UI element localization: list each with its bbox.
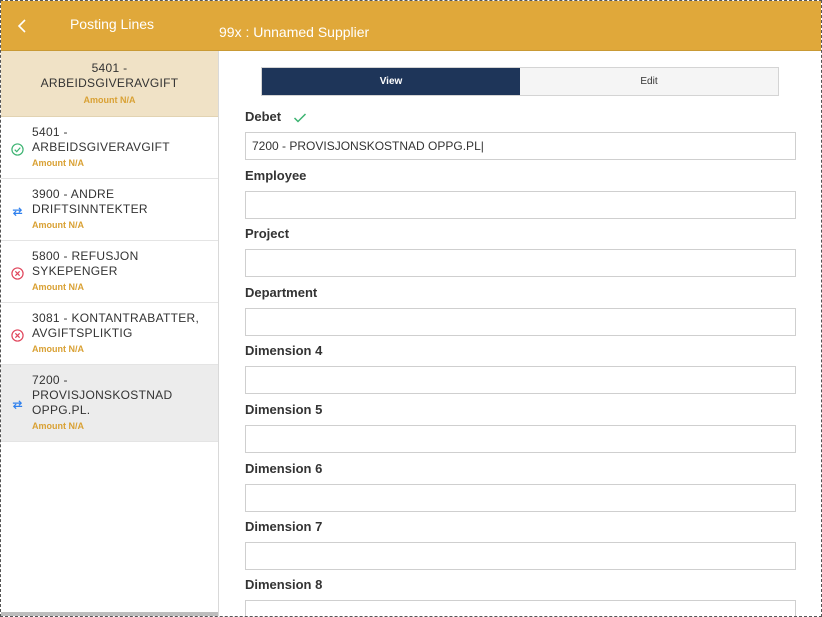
selected-posting-line[interactable]: 5401 - ARBEIDSGIVERAVGIFT Amount N/A xyxy=(1,51,218,117)
project-label: Project xyxy=(245,226,290,241)
posting-line-account: 3081 - KONTANTRABATTER, AVGIFTSPLIKTIG xyxy=(32,311,210,341)
error-circle-icon xyxy=(11,329,24,342)
posting-line-form: View Edit Debet Employee Project Departm… xyxy=(220,52,821,616)
account-line-2: PROVISJONSKOSTNAD xyxy=(32,388,173,402)
posting-line-item-active[interactable]: 7200 - PROVISJONSKOSTNAD OPPG.PL. Amount… xyxy=(1,365,218,442)
dimension-8-label: Dimension 8 xyxy=(245,577,323,592)
view-button[interactable]: View xyxy=(262,68,520,95)
department-input[interactable] xyxy=(245,308,796,336)
posting-line-item[interactable]: 5401 - ARBEIDSGIVERAVGIFT Amount N/A xyxy=(1,117,218,179)
posting-line-account: 7200 - PROVISJONSKOSTNAD OPPG.PL. xyxy=(32,373,210,418)
posting-line-item[interactable]: 3900 - ANDRE DRIFTSINNTEKTER Amount N/A xyxy=(1,179,218,241)
dimension-6-label: Dimension 6 xyxy=(245,461,323,476)
selected-account-text: 5401 - ARBEIDSGIVERAVGIFT xyxy=(40,61,179,90)
selected-account-label: 5401 - ARBEIDSGIVERAVGIFT xyxy=(1,61,218,91)
sidebar-title: Posting Lines xyxy=(1,1,219,51)
posting-line-item[interactable]: 5800 - REFUSJON SYKEPENGER Amount N/A xyxy=(1,241,218,303)
debet-label: Debet xyxy=(245,109,307,124)
view-edit-toggle: View Edit xyxy=(261,67,779,96)
debet-label-text: Debet xyxy=(245,109,282,124)
dimension-5-input[interactable] xyxy=(245,425,796,453)
check-circle-icon xyxy=(11,143,24,156)
edit-button[interactable]: Edit xyxy=(520,68,778,95)
dimension-4-input[interactable] xyxy=(245,366,796,394)
sidebar-title-text: Posting Lines xyxy=(69,16,155,33)
dimension-5-label: Dimension 5 xyxy=(245,402,323,417)
account-line-3: OPPG.PL. xyxy=(32,403,91,417)
dimension-4-label: Dimension 4 xyxy=(245,343,323,358)
account-line-2: AVGIFTSPLIKTIG xyxy=(32,326,133,340)
dimension-6-input[interactable] xyxy=(245,484,796,512)
employee-input[interactable] xyxy=(245,191,796,219)
account-line-1: 5800 - REFUSJON xyxy=(32,249,139,263)
check-icon xyxy=(293,112,307,124)
department-label: Department xyxy=(245,285,318,300)
account-line-1: 3081 - KONTANTRABATTER, xyxy=(32,311,200,325)
posting-line-amount: Amount N/A xyxy=(32,344,84,354)
posting-lines-sidebar: 5401 - ARBEIDSGIVERAVGIFT Amount N/A 540… xyxy=(1,51,219,616)
posting-line-account: 5800 - REFUSJON SYKEPENGER xyxy=(32,249,210,279)
posting-line-account: 5401 - ARBEIDSGIVERAVGIFT xyxy=(32,125,210,155)
swap-arrows-icon xyxy=(11,205,24,218)
posting-line-amount: Amount N/A xyxy=(32,220,84,230)
selected-amount: Amount N/A xyxy=(83,95,136,105)
app-frame: Posting Lines 99x : Unnamed Supplier 540… xyxy=(0,0,822,617)
swap-arrows-icon xyxy=(11,398,24,411)
posting-line-account: 3900 - ANDRE DRIFTSINNTEKTER xyxy=(32,187,210,217)
posting-line-amount: Amount N/A xyxy=(32,421,84,431)
account-line-2: SYKEPENGER xyxy=(32,264,118,278)
debet-input[interactable] xyxy=(245,132,796,160)
project-input[interactable] xyxy=(245,249,796,277)
top-bar: Posting Lines 99x : Unnamed Supplier xyxy=(1,1,821,51)
posting-line-amount: Amount N/A xyxy=(32,158,84,168)
dimension-7-label: Dimension 7 xyxy=(245,519,323,534)
dimension-8-input[interactable] xyxy=(245,600,796,616)
posting-line-amount: Amount N/A xyxy=(32,282,84,292)
posting-line-item[interactable]: 3081 - KONTANTRABATTER, AVGIFTSPLIKTIG A… xyxy=(1,303,218,365)
employee-label: Employee xyxy=(245,168,307,183)
account-line-1: 3900 - ANDRE xyxy=(32,187,115,201)
account-line-2: DRIFTSINNTEKTER xyxy=(32,202,148,216)
page-title: 99x : Unnamed Supplier xyxy=(219,24,370,40)
error-circle-icon xyxy=(11,267,24,280)
account-line-2: ARBEIDSGIVERAVGIFT xyxy=(32,140,170,154)
sidebar-scrollbar[interactable] xyxy=(1,612,218,616)
account-line-1: 5401 - xyxy=(32,125,68,139)
account-line-1: 7200 - xyxy=(32,373,68,387)
dimension-7-input[interactable] xyxy=(245,542,796,570)
